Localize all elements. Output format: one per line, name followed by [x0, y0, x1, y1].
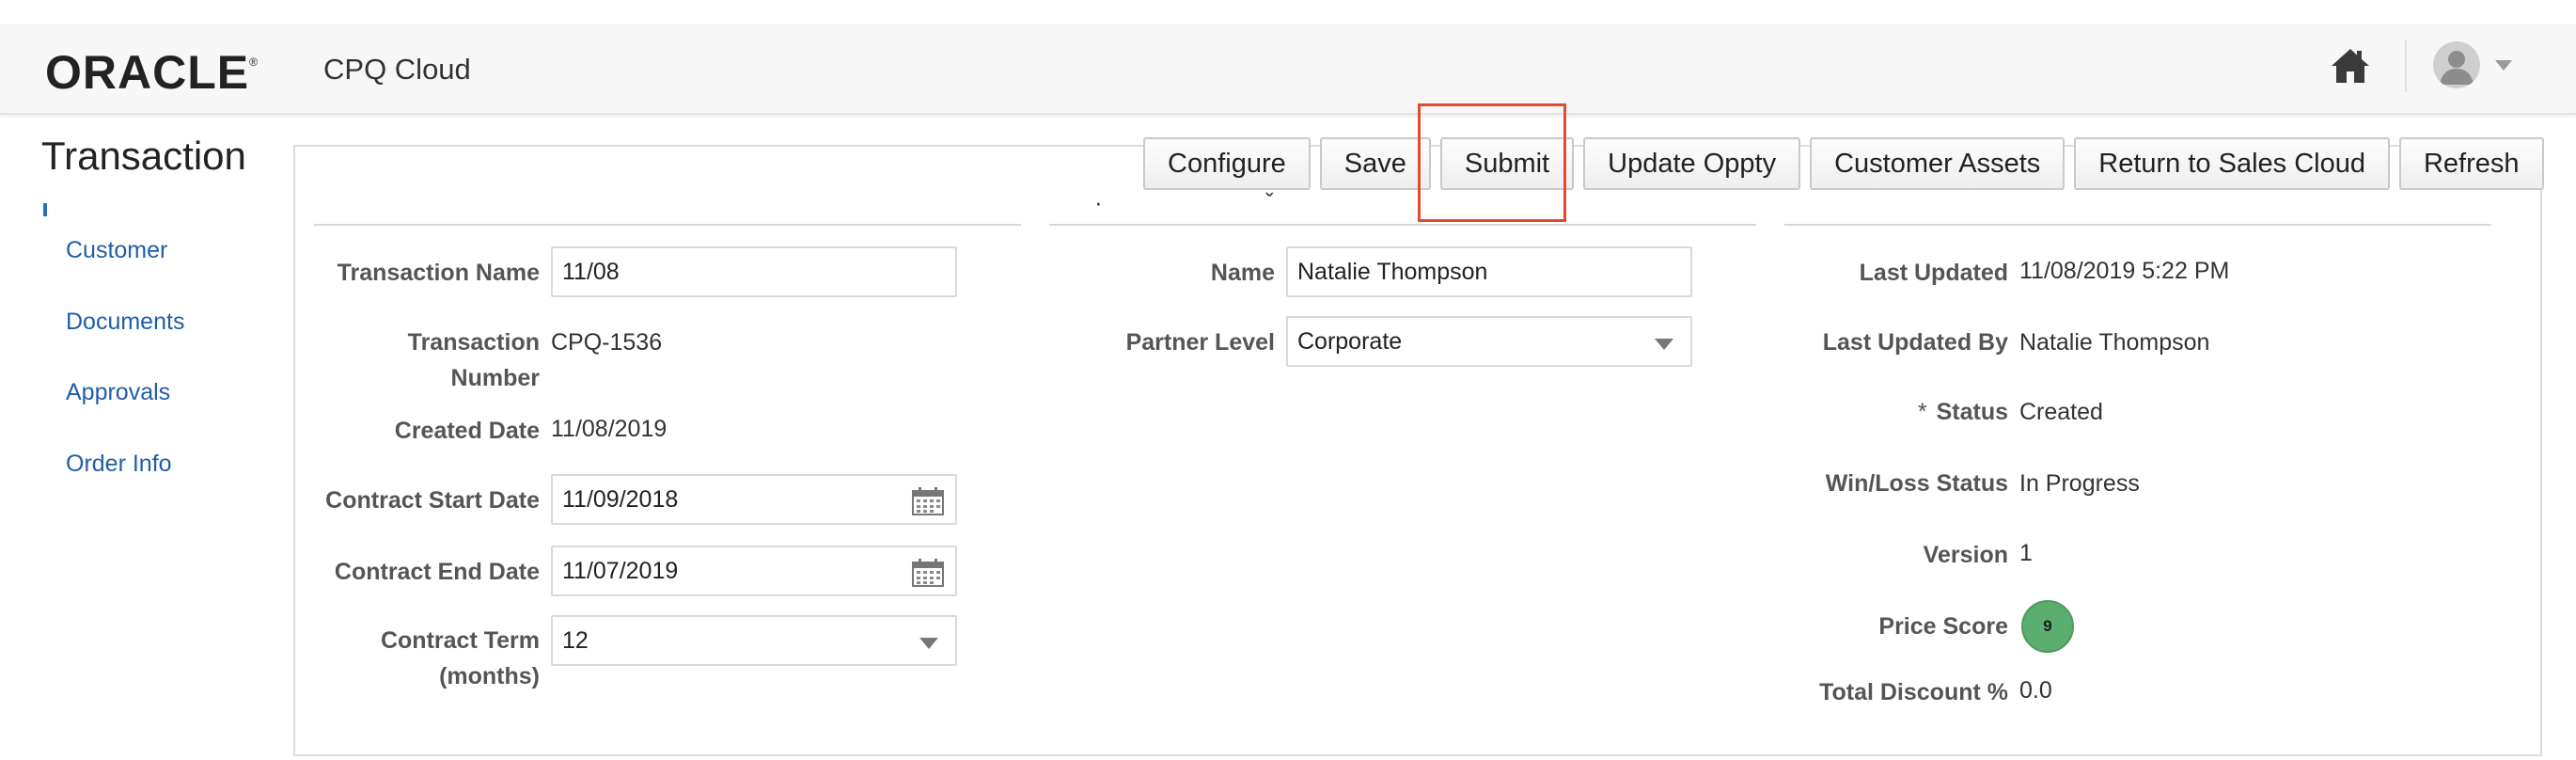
- contract-end-date-value: 11/07/2019: [562, 557, 679, 584]
- customer-assets-button[interactable]: Customer Assets: [1810, 137, 2066, 190]
- status-value: Created: [2019, 399, 2103, 425]
- price-score-label: Price Score: [1878, 613, 2008, 640]
- last-updated-label: Last Updated: [1859, 260, 2008, 286]
- last-updated-by-value: Natalie Thompson: [2019, 329, 2210, 356]
- chevron-down-icon: [919, 638, 938, 649]
- created-date-value: 11/08/2019: [551, 416, 668, 442]
- partner-level-select[interactable]: Corporate: [1286, 316, 1692, 367]
- version-label: Version: [1923, 542, 2008, 568]
- required-asterisk: *: [1917, 399, 1927, 425]
- configure-button[interactable]: Configure: [1143, 137, 1311, 190]
- nav-item-approvals[interactable]: Approvals: [66, 379, 170, 406]
- contract-end-date-label: Contract End Date: [334, 559, 540, 585]
- last-updated-by-label: Last Updated By: [1822, 329, 2008, 356]
- section-divider-2: [1049, 224, 1756, 226]
- contract-term-select[interactable]: 12: [551, 615, 957, 666]
- logo-text: ORACLE: [45, 46, 250, 99]
- total-discount-value: 0.0: [2019, 677, 2052, 704]
- name-label: Name: [1210, 260, 1275, 286]
- nav-item-order-info[interactable]: Order Info: [66, 451, 172, 478]
- last-updated-value: 11/08/2019 5:22 PM: [2019, 258, 2230, 284]
- user-avatar-icon[interactable]: [2433, 41, 2480, 88]
- transaction-name-label: Transaction Name: [337, 260, 540, 286]
- submit-highlight-box: [1418, 103, 1566, 222]
- partner-level-label: Partner Level: [1125, 329, 1275, 356]
- nav-item-customer[interactable]: Customer: [66, 237, 167, 264]
- name-input[interactable]: Natalie Thompson: [1286, 246, 1692, 297]
- status-label-text: Status: [1936, 399, 2008, 425]
- contract-term-value: 12: [562, 626, 589, 654]
- transaction-number-label: Transaction Number: [407, 329, 540, 391]
- return-to-sales-cloud-button[interactable]: Return to Sales Cloud: [2074, 137, 2390, 190]
- contract-term-label: Contract Term (months): [380, 627, 540, 689]
- action-toolbar: Configure Save Submit Update Oppty Custo…: [1143, 137, 2544, 190]
- user-menu-chevron-down-icon[interactable]: [2495, 60, 2512, 71]
- calendar-icon[interactable]: [912, 487, 944, 515]
- logo-registered-mark: ®: [249, 55, 259, 70]
- page-title: Transaction: [41, 134, 246, 178]
- created-date-label: Created Date: [394, 418, 540, 444]
- home-icon[interactable]: [2328, 43, 2373, 88]
- section-header-fragment: · ˇ: [1094, 188, 1274, 216]
- nav-active-marker: [43, 203, 47, 216]
- win-loss-status-value: In Progress: [2019, 470, 2140, 497]
- calendar-icon[interactable]: [912, 559, 944, 587]
- update-oppty-button[interactable]: Update Oppty: [1583, 137, 1801, 190]
- partner-level-value: Corporate: [1297, 327, 1403, 355]
- total-discount-label: Total Discount %: [1819, 679, 2008, 705]
- nav-item-documents[interactable]: Documents: [66, 309, 184, 336]
- win-loss-status-label: Win/Loss Status: [1825, 470, 2008, 497]
- section-divider-1: [314, 224, 1021, 226]
- oracle-logo[interactable]: ORACLE®: [45, 45, 259, 100]
- contract-start-date-label: Contract Start Date: [325, 487, 540, 514]
- status-label: * Status: [1786, 399, 2008, 426]
- contract-start-date-value: 11/09/2018: [562, 485, 679, 513]
- top-strip: [0, 0, 2576, 26]
- version-value: 1: [2019, 540, 2033, 566]
- header-divider: [2405, 40, 2407, 92]
- app-header: ORACLE® CPQ Cloud: [0, 24, 2576, 115]
- contract-end-date-input[interactable]: 11/07/2019: [551, 546, 957, 596]
- product-name: CPQ Cloud: [323, 53, 471, 86]
- price-score-badge: 9: [2021, 600, 2074, 653]
- transaction-name-input[interactable]: 11/08: [551, 246, 957, 297]
- save-button[interactable]: Save: [1319, 137, 1431, 190]
- contract-start-date-input[interactable]: 11/09/2018: [551, 474, 957, 525]
- refresh-button[interactable]: Refresh: [2398, 137, 2544, 190]
- chevron-down-icon: [1655, 339, 1673, 350]
- section-divider-3: [1784, 224, 2491, 226]
- transaction-number-value: CPQ-1536: [551, 329, 663, 356]
